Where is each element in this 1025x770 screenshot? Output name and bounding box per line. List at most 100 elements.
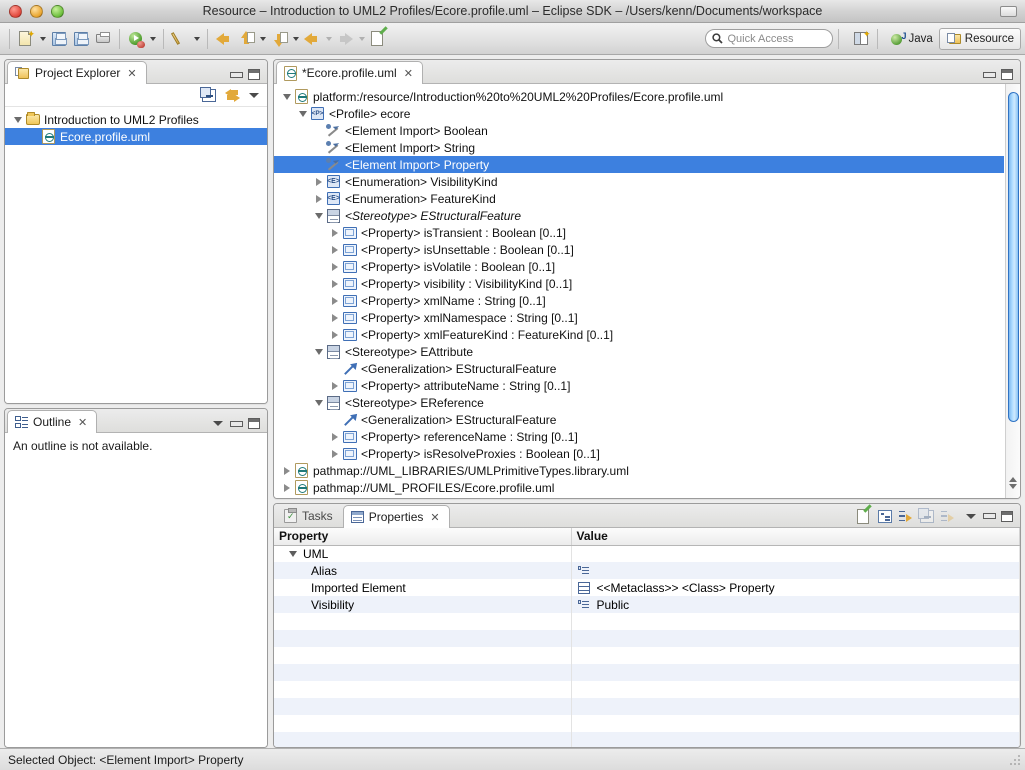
link-with-editor-icon[interactable] bbox=[225, 88, 240, 102]
property-name-cell[interactable] bbox=[274, 681, 572, 698]
tree-row[interactable]: Ecore.profile.uml bbox=[5, 128, 267, 145]
tree-row[interactable]: <Property> xmlFeatureKind : FeatureKind … bbox=[274, 326, 1004, 343]
scroll-down-icon[interactable] bbox=[1009, 484, 1017, 489]
show-categories-icon[interactable] bbox=[878, 509, 892, 523]
chevron-right-icon[interactable] bbox=[328, 445, 341, 462]
tab-properties[interactable]: Properties ✕ bbox=[342, 505, 450, 528]
up-dropdown[interactable] bbox=[257, 28, 268, 50]
tree-row[interactable]: <E> <Enumeration> FeatureKind bbox=[274, 190, 1004, 207]
minimize-icon[interactable] bbox=[983, 512, 996, 520]
close-icon[interactable]: ✕ bbox=[404, 67, 413, 80]
tree-row[interactable]: <Property> isVolatile : Boolean [0..1] bbox=[274, 258, 1004, 275]
property-value-cell[interactable] bbox=[571, 630, 1020, 647]
property-name-cell[interactable] bbox=[274, 715, 572, 732]
next-annotation-dropdown[interactable] bbox=[290, 28, 301, 50]
property-value-cell[interactable] bbox=[571, 647, 1020, 664]
table-row[interactable] bbox=[274, 630, 1020, 647]
table-row[interactable] bbox=[274, 664, 1020, 681]
property-name-cell[interactable] bbox=[274, 630, 572, 647]
editor-model-tree[interactable]: platform:/resource/Introduction%20to%20U… bbox=[274, 84, 1020, 496]
minimize-window-button[interactable] bbox=[30, 4, 43, 18]
maximize-icon[interactable] bbox=[248, 418, 260, 429]
tree-row[interactable]: <Property> isTransient : Boolean [0..1] bbox=[274, 224, 1004, 241]
chevron-down-icon[interactable] bbox=[312, 207, 325, 224]
chevron-down-icon[interactable] bbox=[312, 394, 325, 411]
tree-row[interactable]: <Stereotype> EReference bbox=[274, 394, 1004, 411]
previous-edit-button[interactable] bbox=[301, 28, 323, 50]
scroll-up-icon[interactable] bbox=[1009, 477, 1017, 482]
table-row[interactable]: Imported Element <<Metaclass>> <Class> Pr… bbox=[274, 579, 1020, 596]
tree-row[interactable]: <Generalization> EStructuralFeature bbox=[274, 411, 1004, 428]
tree-row[interactable]: <Property> xmlNamespace : String [0..1] bbox=[274, 309, 1004, 326]
property-value-cell[interactable]: Public bbox=[571, 596, 1020, 613]
toggle-toolbar-button[interactable] bbox=[1000, 5, 1017, 17]
property-value-cell[interactable] bbox=[571, 715, 1020, 732]
scrollbar-thumb[interactable] bbox=[1007, 91, 1019, 422]
table-row[interactable] bbox=[274, 698, 1020, 715]
maximize-icon[interactable] bbox=[1001, 510, 1013, 522]
tree-row[interactable]: <Stereotype> EStructuralFeature bbox=[274, 207, 1004, 224]
tree-row[interactable]: <E> <Enumeration> VisibilityKind bbox=[274, 173, 1004, 190]
tree-row[interactable]: pathmap://UML_PROFILES/Ecore.profile.uml bbox=[274, 479, 1004, 496]
project-explorer-tree[interactable]: Introduction to UML2 Profiles Ecore.profi… bbox=[5, 107, 267, 145]
tree-row[interactable]: <Property> xmlName : String [0..1] bbox=[274, 292, 1004, 309]
property-name-cell[interactable] bbox=[274, 698, 572, 715]
property-value-cell[interactable] bbox=[571, 681, 1020, 698]
print-button[interactable] bbox=[92, 28, 114, 50]
editor-vertical-scrollbar[interactable] bbox=[1005, 84, 1020, 498]
tab-project-explorer[interactable]: Project Explorer ✕ bbox=[7, 61, 147, 84]
external-tools-dropdown[interactable] bbox=[191, 28, 202, 50]
scrollbar-track[interactable] bbox=[1006, 84, 1021, 468]
tree-row[interactable]: platform:/resource/Introduction%20to%20U… bbox=[274, 88, 1004, 105]
property-value-cell[interactable] bbox=[571, 732, 1020, 747]
scrollbar-arrows[interactable] bbox=[1006, 468, 1021, 498]
run-dropdown[interactable] bbox=[147, 28, 158, 50]
chevron-right-icon[interactable] bbox=[328, 258, 341, 275]
chevron-right-icon[interactable] bbox=[328, 241, 341, 258]
save-all-button[interactable] bbox=[70, 28, 92, 50]
tree-row[interactable]: <Property> attributeName : String [0..1] bbox=[274, 377, 1004, 394]
tree-row[interactable]: <Property> isResolveProxies : Boolean [0… bbox=[274, 445, 1004, 462]
chevron-right-icon[interactable] bbox=[312, 190, 325, 207]
run-button[interactable] bbox=[125, 28, 147, 50]
property-value-cell[interactable] bbox=[571, 562, 1020, 579]
maximize-icon[interactable] bbox=[1001, 69, 1013, 80]
tree-row[interactable]: <P> <Profile> ecore bbox=[274, 105, 1004, 122]
minimize-icon[interactable] bbox=[983, 71, 996, 79]
collapse-all-icon[interactable] bbox=[200, 86, 216, 102]
view-menu-icon[interactable] bbox=[213, 421, 223, 426]
chevron-right-icon[interactable] bbox=[328, 292, 341, 309]
column-header-value[interactable]: Value bbox=[571, 528, 1020, 546]
close-icon[interactable]: ✕ bbox=[78, 416, 87, 429]
table-row[interactable] bbox=[274, 681, 1020, 698]
external-tools-button[interactable] bbox=[169, 28, 191, 50]
chevron-down-icon[interactable] bbox=[312, 343, 325, 360]
chevron-right-icon[interactable] bbox=[328, 275, 341, 292]
property-name-cell[interactable] bbox=[274, 732, 572, 747]
tree-row[interactable]: <Element Import> Boolean bbox=[274, 122, 1004, 139]
tree-row[interactable]: <Element Import> Property bbox=[274, 156, 1004, 173]
tab-tasks[interactable]: Tasks bbox=[276, 504, 343, 527]
property-name-cell[interactable]: Alias bbox=[274, 562, 572, 579]
tree-row[interactable]: <Property> isUnsettable : Boolean [0..1] bbox=[274, 241, 1004, 258]
table-row[interactable] bbox=[274, 647, 1020, 664]
show-advanced-icon[interactable] bbox=[899, 510, 913, 523]
chevron-down-icon[interactable] bbox=[280, 88, 293, 105]
tree-row[interactable]: <Element Import> String bbox=[274, 139, 1004, 156]
table-row[interactable]: UML bbox=[274, 545, 1020, 562]
tree-row[interactable]: <Generalization> EStructuralFeature bbox=[274, 360, 1004, 377]
property-name-cell[interactable]: Visibility bbox=[274, 596, 572, 613]
table-row[interactable] bbox=[274, 732, 1020, 747]
property-name-cell[interactable] bbox=[274, 664, 572, 681]
close-window-button[interactable] bbox=[9, 4, 22, 18]
tab-outline[interactable]: Outline ✕ bbox=[7, 410, 98, 433]
tree-row[interactable]: pathmap://UML_LIBRARIES/UMLPrimitiveType… bbox=[274, 462, 1004, 479]
maximize-icon[interactable] bbox=[248, 69, 260, 80]
property-value-cell[interactable] bbox=[571, 613, 1020, 630]
table-row[interactable]: Visibility Public bbox=[274, 596, 1020, 613]
property-name-cell[interactable] bbox=[274, 613, 572, 630]
up-button[interactable] bbox=[235, 28, 257, 50]
tree-row[interactable]: Introduction to UML2 Profiles bbox=[5, 111, 267, 128]
tree-row[interactable]: <Property> referenceName : String [0..1] bbox=[274, 428, 1004, 445]
open-perspective-button[interactable]: ✦ bbox=[850, 28, 872, 50]
